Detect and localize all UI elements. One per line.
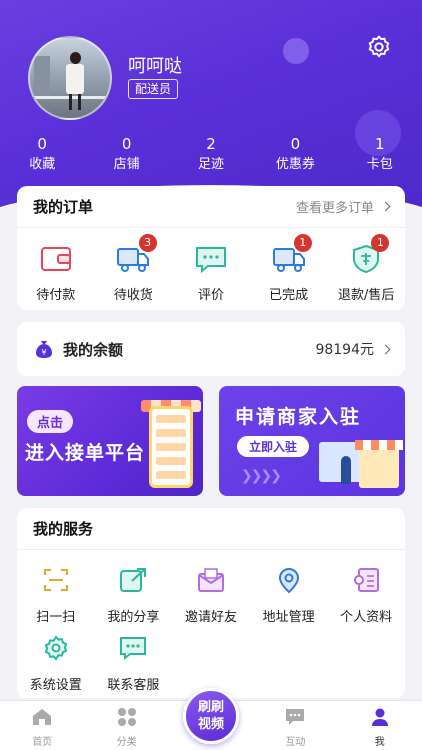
tab-home[interactable]: 首页 — [0, 701, 84, 750]
chat-icon — [286, 709, 305, 725]
service-contact-support[interactable]: 联系客服 — [95, 634, 173, 702]
role-badge: 配送员 — [128, 79, 179, 99]
badge-count: 1 — [371, 234, 390, 252]
order-completed[interactable]: 1 已完成 — [250, 234, 328, 303]
badge-count: 1 — [293, 234, 312, 252]
order-pending-payment[interactable]: 待付款 — [17, 244, 95, 303]
invite-mail-icon — [197, 568, 224, 592]
banner-click-pill: 点击 — [27, 410, 74, 433]
order-refund-aftersale[interactable]: 1 退款/售后 — [327, 234, 405, 303]
decor-bubble — [283, 38, 309, 64]
tab-interaction[interactable]: 互动 — [253, 701, 337, 750]
service-scan[interactable]: 扫一扫 — [17, 566, 95, 634]
money-bag-icon: ¥ — [36, 341, 52, 358]
settings-gear-icon[interactable] — [366, 34, 392, 60]
store-illustration — [355, 440, 403, 488]
merchant-apply-banner[interactable]: 申请商家入驻 立即入驻 ❯❯❯❯ — [219, 386, 405, 496]
share-icon — [120, 568, 147, 592]
badge-count: 3 — [138, 234, 157, 252]
view-more-orders-link[interactable]: 查看更多订单 — [296, 197, 391, 216]
service-address-management[interactable]: 地址管理 — [250, 566, 328, 634]
stat-favorites[interactable]: 0 收藏 — [0, 134, 84, 175]
comment-icon — [195, 247, 226, 274]
location-icon — [278, 568, 299, 594]
chevron-right-icon — [380, 344, 391, 354]
balance-value: 98194元 — [315, 339, 391, 359]
user-name: 呵呵哒 — [128, 56, 182, 77]
settings-icon — [44, 635, 68, 661]
stat-card-wallet[interactable]: 1 卡包 — [338, 134, 422, 175]
order-review[interactable]: 评价 — [172, 244, 250, 303]
arrows-decor: ❯❯❯❯ — [241, 468, 282, 484]
service-invite-friends[interactable]: 邀请好友 — [172, 566, 250, 634]
stat-coupons[interactable]: 0 优惠券 — [253, 134, 337, 175]
banner-left-text: 进入接单平台 — [25, 442, 146, 464]
services-card: 我的服务 扫一扫 我的分享 邀请好友 地址管理 个人资料 系统设置 联系客服 — [17, 508, 405, 698]
tab-category[interactable]: 分类 — [84, 701, 168, 750]
orders-title: 我的订单 — [33, 198, 94, 216]
service-my-share[interactable]: 我的分享 — [95, 566, 173, 634]
service-profile[interactable]: 个人资料 — [327, 566, 405, 634]
stat-shops[interactable]: 0 店铺 — [84, 134, 168, 175]
chevron-right-icon — [380, 201, 391, 212]
phone-illustration — [149, 406, 193, 488]
avatar[interactable] — [28, 36, 112, 120]
order-platform-banner[interactable]: 点击 进入接单平台 — [17, 386, 203, 496]
apply-now-button[interactable]: 立即入驻 — [237, 436, 310, 457]
order-pending-receipt[interactable]: 3 待收货 — [95, 234, 173, 303]
stats-row: 0 收藏 0 店铺 2 足迹 0 优惠券 1 卡包 — [0, 134, 422, 175]
service-system-settings[interactable]: 系统设置 — [17, 634, 95, 702]
profile-card-icon — [354, 568, 380, 592]
banner-right-text: 申请商家入驻 — [235, 406, 362, 428]
home-icon — [33, 709, 52, 725]
wallet-icon — [40, 247, 71, 271]
person-illustration — [341, 456, 351, 484]
me-icon — [371, 708, 388, 726]
stat-footprints[interactable]: 2 足迹 — [169, 134, 253, 175]
video-center-button[interactable]: 刷刷 视频 — [183, 688, 239, 744]
scan-icon — [43, 569, 68, 591]
balance-card[interactable]: ¥ 我的余额 98194元 — [17, 322, 405, 376]
category-icon — [117, 708, 136, 726]
balance-title: 我的余额 — [63, 340, 124, 359]
services-title: 我的服务 — [33, 520, 94, 538]
chat-service-icon — [120, 637, 147, 661]
tab-me[interactable]: 我 — [338, 701, 422, 750]
svg-text:¥: ¥ — [41, 348, 46, 357]
orders-card: 我的订单 查看更多订单 待付款 3 待收货 评价 1 已完成 1 退款/售后 — [17, 186, 405, 310]
